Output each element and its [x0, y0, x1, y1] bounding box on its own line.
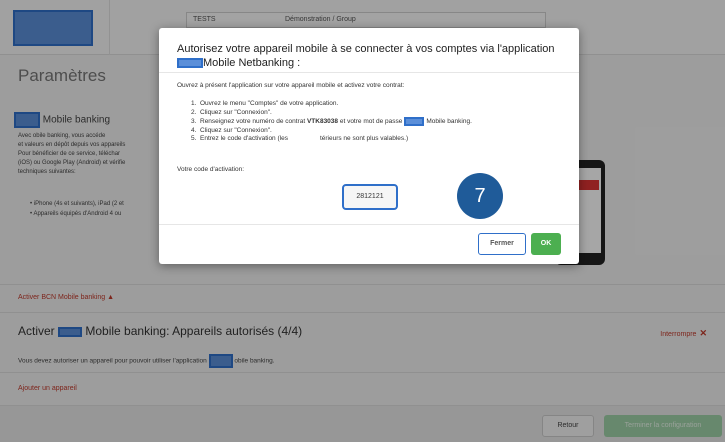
dialog-title-line-1: Autorisez votre appareil mobile à se con… [177, 43, 555, 55]
step-text: térieurs ne sont plus valables.) [319, 135, 409, 143]
step-text: Cliquez sur "Connexion". [200, 108, 272, 116]
step-text: Entrez le code d'activation (les [200, 135, 288, 143]
dialog-title-line-2-text: Mobile Netbanking : [203, 57, 301, 69]
dialog-divider [159, 224, 579, 225]
step-item: 3. Renseignez votre numéro de contrat VTK… [191, 117, 472, 127]
dialog-title: Autorisez votre appareil mobile à se con… [177, 42, 567, 70]
activation-code-field[interactable]: 2812121 [342, 184, 398, 210]
dialog-intro: Ouvrez à présent l'application sur votre… [177, 82, 405, 89]
redacted-chip [404, 117, 425, 126]
step-item: 2. Cliquez sur "Connexion". [191, 109, 472, 118]
step-number: 1. [191, 100, 197, 107]
redacted-chip [177, 58, 203, 69]
dialog-title-line-2: Mobile Netbanking : [177, 56, 567, 70]
step-text: Cliquez sur "Connexion". [200, 126, 272, 134]
step-text: Renseignez votre numéro de contrat [200, 118, 307, 126]
steps-list: 1. Ouvrez le menu "Comptes" de votre appl… [191, 100, 472, 144]
step-number: 2. [191, 108, 197, 116]
step-item: 4. Cliquez sur "Connexion". [191, 127, 472, 136]
dialog-divider [159, 72, 579, 73]
step-badge: 7 [457, 173, 503, 219]
step-number: 3. [191, 118, 197, 126]
step-number: 5. [191, 135, 197, 143]
contract-number: VTK83038 [306, 118, 339, 126]
activation-dialog: Autorisez votre appareil mobile à se con… [159, 28, 579, 264]
step-item: 5. Entrez le code d'activation (les térieu… [191, 135, 472, 144]
step-number: 4. [191, 126, 197, 134]
step-text: Mobile banking. [426, 118, 472, 126]
activation-code-label: Votre code d'activation: [177, 166, 245, 173]
close-button[interactable]: Fermer [478, 233, 526, 255]
step-item: 1. Ouvrez le menu "Comptes" de votre appl… [191, 100, 472, 109]
step-text: Ouvrez le menu "Comptes" de votre applic… [200, 100, 339, 107]
step-text: et votre mot de passe [338, 118, 403, 126]
ok-button[interactable]: OK [531, 233, 561, 255]
